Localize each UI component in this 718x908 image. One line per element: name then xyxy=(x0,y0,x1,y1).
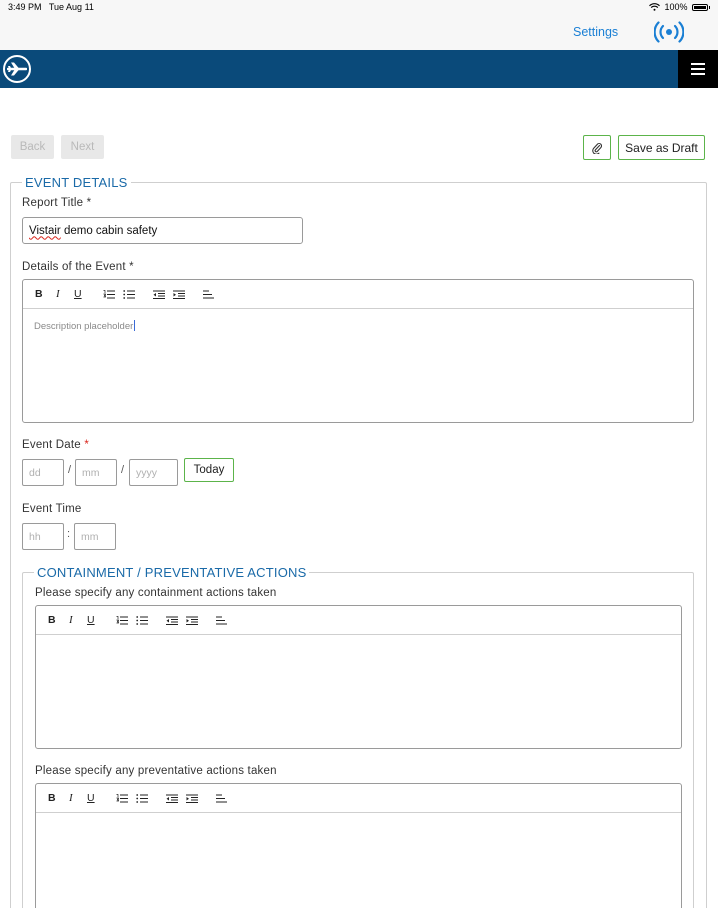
outdent-icon[interactable] xyxy=(153,290,165,299)
italic-button[interactable]: I xyxy=(56,288,60,300)
details-of-event-label: Details of the Event * xyxy=(22,261,134,273)
event-time-hour-input[interactable]: hh xyxy=(22,523,64,550)
date-separator: / xyxy=(121,464,125,476)
event-date-label: Event Date * xyxy=(22,439,89,451)
indent-icon[interactable] xyxy=(173,290,185,299)
status-right: 100% xyxy=(649,2,710,12)
editor-toolbar: B I U xyxy=(23,280,693,309)
italic-button[interactable]: I xyxy=(69,792,73,804)
underline-button[interactable]: U xyxy=(74,288,82,300)
bullet-list-icon[interactable] xyxy=(136,616,148,625)
broadcast-signal-icon[interactable] xyxy=(654,21,684,43)
containment-actions-editor[interactable]: B I U xyxy=(35,605,682,749)
event-details-legend: EVENT DETAILS xyxy=(22,175,131,190)
editor-toolbar: B I U xyxy=(36,784,681,813)
align-left-icon[interactable] xyxy=(203,290,214,299)
brand-header xyxy=(0,50,718,88)
hamburger-menu-icon[interactable] xyxy=(678,50,718,88)
paperclip-icon xyxy=(592,142,602,154)
status-bar: 3:49 PM Tue Aug 11 100% xyxy=(0,0,718,14)
indent-icon[interactable] xyxy=(186,616,198,625)
indent-icon[interactable] xyxy=(186,794,198,803)
bold-button[interactable]: B xyxy=(48,792,56,804)
today-button[interactable]: Today xyxy=(184,458,234,482)
containment-actions-label: Please specify any containment actions t… xyxy=(35,587,277,599)
save-as-draft-button[interactable]: Save as Draft xyxy=(618,135,705,160)
back-button[interactable]: Back xyxy=(11,135,54,159)
battery-percent: 100% xyxy=(664,2,688,12)
event-date-day-input[interactable]: dd xyxy=(22,459,64,486)
time-separator: : xyxy=(67,528,71,540)
align-left-icon[interactable] xyxy=(216,794,227,803)
underline-button[interactable]: U xyxy=(87,614,95,626)
underline-button[interactable]: U xyxy=(87,792,95,804)
bullet-list-icon[interactable] xyxy=(123,290,135,299)
wifi-icon xyxy=(649,3,661,11)
details-placeholder: Description placeholder xyxy=(34,320,136,332)
editor-toolbar: B I U xyxy=(36,606,681,635)
details-of-event-editor[interactable]: B I U Description placeholder xyxy=(22,279,694,423)
italic-button[interactable]: I xyxy=(69,614,73,626)
outdent-icon[interactable] xyxy=(166,794,178,803)
event-date-month-input[interactable]: mm xyxy=(75,459,117,486)
align-left-icon[interactable] xyxy=(216,616,227,625)
next-button[interactable]: Next xyxy=(61,135,104,159)
airplane-logo-icon[interactable] xyxy=(3,55,31,83)
bullet-list-icon[interactable] xyxy=(136,794,148,803)
ordered-list-icon[interactable] xyxy=(116,616,128,625)
bold-button[interactable]: B xyxy=(35,288,43,300)
settings-link[interactable]: Settings xyxy=(573,25,618,39)
ordered-list-icon[interactable] xyxy=(103,290,115,299)
bold-button[interactable]: B xyxy=(48,614,56,626)
event-date-year-input[interactable]: yyyy xyxy=(129,459,178,486)
top-nav: Settings xyxy=(0,14,718,50)
ordered-list-icon[interactable] xyxy=(116,794,128,803)
date-separator: / xyxy=(68,464,72,476)
preventative-actions-editor[interactable]: B I U xyxy=(35,783,682,908)
attach-button[interactable] xyxy=(583,135,611,160)
required-asterisk: * xyxy=(84,439,89,451)
text-caret xyxy=(134,320,136,331)
battery-icon xyxy=(691,3,708,11)
preventative-actions-label: Please specify any preventative actions … xyxy=(35,765,277,777)
report-title-input[interactable]: Vistair demo cabin safety xyxy=(22,217,303,244)
outdent-icon[interactable] xyxy=(166,616,178,625)
event-time-label: Event Time xyxy=(22,503,82,515)
report-title-label: Report Title * xyxy=(22,197,92,209)
event-time-minute-input[interactable]: mm xyxy=(74,523,116,550)
status-time: 3:49 PM Tue Aug 11 xyxy=(8,2,94,12)
containment-legend: CONTAINMENT / PREVENTATIVE ACTIONS xyxy=(34,565,310,580)
